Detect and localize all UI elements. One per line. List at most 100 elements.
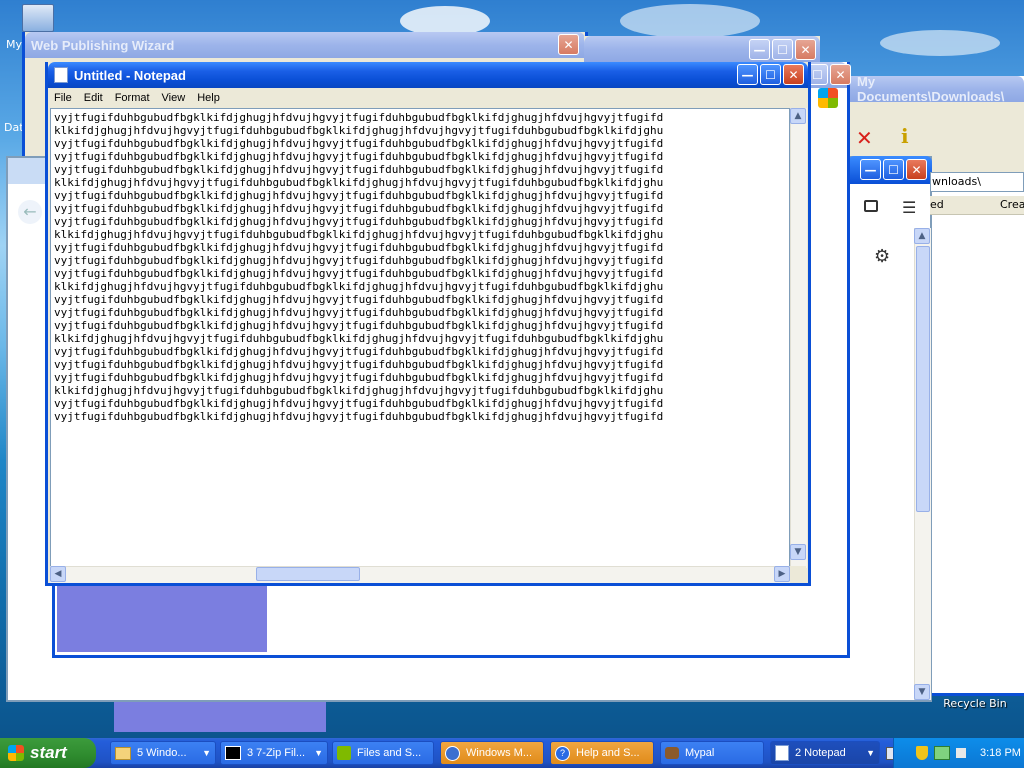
windows-logo-icon bbox=[8, 745, 24, 761]
notepad-title: Untitled - Notepad bbox=[74, 67, 186, 83]
task-windows-media-player[interactable]: Windows M... bbox=[440, 741, 544, 765]
notepad-line: vyjtfugifduhbgubudfbgklkifdjghugjhfdvujh… bbox=[54, 358, 664, 371]
background-window-2-block bbox=[57, 582, 267, 652]
menu-format[interactable]: Format bbox=[109, 92, 156, 104]
background-window-1: — ☐ ✕ bbox=[584, 36, 820, 62]
notepad-text-area[interactable]: vyjtfugifduhbgubudfbgklkifdjghugjhfdvujh… bbox=[50, 108, 790, 568]
delete-icon[interactable]: ✕ bbox=[856, 126, 873, 150]
media-player-icon bbox=[445, 745, 460, 761]
notepad-line: vyjtfugifduhbgubudfbgklkifdjghugjhfdvujh… bbox=[54, 267, 664, 280]
task-notepad[interactable]: 2 Notepad ▼ bbox=[770, 741, 880, 765]
notepad-line: vyjtfugifduhbgubudfbgklkifdjghugjhfdvujh… bbox=[54, 319, 664, 332]
chevron-down-icon: ▼ bbox=[314, 748, 323, 758]
task-mypal[interactable]: Mypal bbox=[660, 741, 764, 765]
windows-flag-icon bbox=[818, 88, 838, 108]
notepad-scroll-up[interactable]: ▲ bbox=[790, 108, 806, 124]
notepad-line: vyjtfugifduhbgubudfbgklkifdjghugjhfdvujh… bbox=[54, 254, 664, 267]
notepad-icon bbox=[54, 67, 68, 83]
notepad-menubar: File Edit Format View Help bbox=[48, 88, 808, 107]
notepad-icon bbox=[775, 745, 789, 761]
7zip-icon bbox=[225, 746, 241, 760]
column-header-1[interactable]: ed bbox=[930, 198, 944, 211]
notepad-line: vyjtfugifduhbgubudfbgklkifdjghugjhfdvujh… bbox=[54, 150, 664, 163]
task-7zip[interactable]: 3 7-Zip Fil... ▼ bbox=[220, 741, 328, 765]
menu-help[interactable]: Help bbox=[191, 92, 226, 104]
notepad-scroll-left[interactable]: ◀ bbox=[50, 566, 66, 582]
bg1-close-button[interactable]: ✕ bbox=[795, 39, 816, 60]
column-header-2[interactable]: Crea bbox=[1000, 198, 1024, 211]
task-windows-explorer[interactable]: 5 Windo... ▼ bbox=[110, 741, 216, 765]
cloud bbox=[620, 4, 760, 38]
notepad-scroll-down[interactable]: ▼ bbox=[790, 544, 806, 560]
sidebar-icon[interactable] bbox=[864, 200, 878, 212]
notepad-line: vyjtfugifduhbgubudfbgklkifdjghugjhfdvujh… bbox=[54, 215, 664, 228]
notepad-vertical-scrollbar[interactable] bbox=[790, 108, 807, 568]
notepad-line: vyjtfugifduhbgubudfbgklkifdjghugjhfdvujh… bbox=[54, 163, 664, 176]
cloud bbox=[880, 30, 1000, 56]
gear-icon[interactable]: ⚙ bbox=[874, 246, 890, 267]
notepad-line: klkifdjghugjhfdvujhgvyjtfugifduhbgubudfb… bbox=[54, 176, 664, 189]
chevron-down-icon: ▼ bbox=[866, 748, 875, 758]
mypal-bottom-block bbox=[114, 702, 326, 732]
notepad-line: klkifdjghugjhfdvujhgvyjtfugifduhbgubudfb… bbox=[54, 228, 664, 241]
network-icon[interactable] bbox=[934, 746, 950, 760]
mypal-scroll-thumb[interactable] bbox=[916, 246, 930, 512]
start-label: start bbox=[30, 743, 67, 762]
task-label: Windows M... bbox=[466, 747, 533, 759]
notepad-line: klkifdjghugjhfdvujhgvyjtfugifduhbgubudfb… bbox=[54, 332, 664, 345]
notepad-content: vyjtfugifduhbgubudfbgklkifdjghugjhfdvujh… bbox=[51, 109, 789, 423]
notepad-hscroll-thumb[interactable] bbox=[256, 567, 360, 581]
taskbar: start 5 Windo... ▼ 3 7-Zip Fil... ▼ File… bbox=[0, 738, 1024, 768]
notepad-line: vyjtfugifduhbgubudfbgklkifdjghugjhfdvujh… bbox=[54, 306, 664, 319]
notepad-line: vyjtfugifduhbgubudfbgklkifdjghugjhfdvujh… bbox=[54, 345, 664, 358]
task-label: 3 7-Zip Fil... bbox=[247, 747, 306, 759]
bg1-maximize-button[interactable]: ☐ bbox=[772, 39, 793, 60]
shield-icon[interactable] bbox=[916, 746, 928, 760]
notepad-titlebar[interactable]: Untitled - Notepad bbox=[48, 62, 808, 88]
size-grip-icon[interactable] bbox=[790, 566, 806, 582]
notepad-scroll-right[interactable]: ▶ bbox=[774, 566, 790, 582]
notepad-window: Untitled - Notepad — ☐ ✕ File Edit Forma… bbox=[45, 62, 811, 586]
back-icon[interactable]: ← bbox=[18, 200, 42, 224]
notepad-close-button[interactable]: ✕ bbox=[783, 64, 804, 85]
notepad-line: vyjtfugifduhbgubudfbgklkifdjghugjhfdvujh… bbox=[54, 371, 664, 384]
properties-icon[interactable]: i bbox=[901, 124, 909, 148]
mypal-close-button[interactable]: ✕ bbox=[906, 159, 927, 180]
notepad-horizontal-scrollbar[interactable] bbox=[50, 566, 790, 583]
explorer-address-text: wnloads\ bbox=[932, 175, 981, 188]
notepad-line: vyjtfugifduhbgubudfbgklkifdjghugjhfdvujh… bbox=[54, 397, 664, 410]
notepad-minimize-button[interactable]: — bbox=[737, 64, 758, 85]
menu-file[interactable]: File bbox=[48, 92, 78, 104]
bg2-close-button[interactable]: ✕ bbox=[830, 64, 851, 85]
desktop-label-dat: Dat bbox=[4, 121, 24, 134]
mypal-maximize-button[interactable]: ☐ bbox=[883, 159, 904, 180]
notepad-line: vyjtfugifduhbgubudfbgklkifdjghugjhfdvujh… bbox=[54, 202, 664, 215]
menu-edit[interactable]: Edit bbox=[78, 92, 109, 104]
mypal-minimize-button[interactable]: — bbox=[860, 159, 881, 180]
bg1-minimize-button[interactable]: — bbox=[749, 39, 770, 60]
mypal-scroll-up[interactable]: ▲ bbox=[914, 228, 930, 244]
files-icon bbox=[337, 746, 351, 760]
wizard-titlebar[interactable]: Web Publishing Wizard bbox=[25, 32, 585, 58]
folder-icon bbox=[115, 746, 131, 760]
menu-view[interactable]: View bbox=[156, 92, 192, 104]
task-files-and-settings[interactable]: Files and S... bbox=[332, 741, 434, 765]
notepad-line: vyjtfugifduhbgubudfbgklkifdjghugjhfdvujh… bbox=[54, 137, 664, 150]
speaker-icon[interactable] bbox=[956, 748, 966, 758]
my-computer-icon[interactable] bbox=[22, 4, 54, 32]
mypal-icon bbox=[665, 747, 679, 759]
task-label: Mypal bbox=[685, 747, 715, 759]
mypal-scroll-down[interactable]: ▼ bbox=[914, 684, 930, 700]
notepad-line: vyjtfugifduhbgubudfbgklkifdjghugjhfdvujh… bbox=[54, 111, 664, 124]
wizard-close-button[interactable]: ✕ bbox=[558, 34, 579, 55]
start-button[interactable]: start bbox=[0, 738, 96, 768]
menu-icon[interactable]: ☰ bbox=[902, 198, 916, 217]
explorer-title: My Documents\Downloads\ bbox=[857, 74, 1005, 104]
task-label: Help and S... bbox=[576, 747, 640, 759]
task-label: 5 Windo... bbox=[137, 747, 187, 759]
notepad-maximize-button[interactable]: ☐ bbox=[760, 64, 781, 85]
task-help-and-support[interactable]: ? Help and S... bbox=[550, 741, 654, 765]
notepad-line: vyjtfugifduhbgubudfbgklkifdjghugjhfdvujh… bbox=[54, 293, 664, 306]
notepad-line: klkifdjghugjhfdvujhgvyjtfugifduhbgubudfb… bbox=[54, 384, 664, 397]
task-label: Files and S... bbox=[357, 747, 422, 759]
